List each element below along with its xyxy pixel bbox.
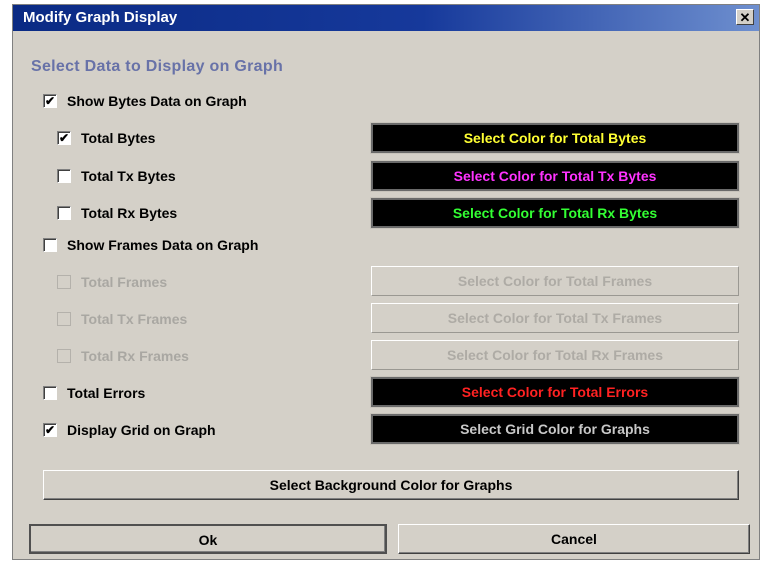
total-tx-bytes-color-button[interactable]: Select Color for Total Tx Bytes <box>370 160 740 192</box>
show-bytes-label: Show Bytes Data on Graph <box>67 93 247 109</box>
total-tx-bytes-checkbox[interactable] <box>57 169 71 183</box>
total-rx-bytes-color-button[interactable]: Select Color for Total Rx Bytes <box>370 197 740 229</box>
cancel-button[interactable]: Cancel <box>398 524 750 554</box>
total-rx-bytes-row[interactable]: Total Rx Bytes <box>57 205 177 221</box>
total-frames-checkbox <box>57 275 71 289</box>
total-rx-frames-checkbox <box>57 349 71 363</box>
show-frames-checkbox[interactable] <box>43 238 57 252</box>
total-rx-frames-label: Total Rx Frames <box>81 348 189 364</box>
total-rx-bytes-checkbox[interactable] <box>57 206 71 220</box>
dialog-title: Modify Graph Display <box>23 9 178 26</box>
total-errors-checkbox[interactable] <box>43 386 57 400</box>
background-color-button[interactable]: Select Background Color for Graphs <box>43 470 739 500</box>
display-grid-checkbox[interactable]: ✔ <box>43 423 57 437</box>
total-tx-frames-row: Total Tx Frames <box>57 311 187 327</box>
total-rx-bytes-label: Total Rx Bytes <box>81 205 178 221</box>
total-rx-frames-color-button: Select Color for Total Rx Frames <box>371 340 739 370</box>
section-title: Select Data to Display on Graph <box>31 58 284 75</box>
title-bar[interactable]: Modify Graph Display ✕ <box>13 5 759 31</box>
total-tx-frames-color-button: Select Color for Total Tx Frames <box>371 303 739 333</box>
total-frames-label: Total Frames <box>81 274 168 290</box>
total-tx-bytes-label: Total Tx Bytes <box>81 168 176 184</box>
total-frames-row: Total Frames <box>57 274 167 290</box>
show-bytes-checkbox[interactable]: ✔ <box>43 94 57 108</box>
total-bytes-checkbox[interactable]: ✔ <box>57 131 71 145</box>
total-tx-frames-checkbox <box>57 312 71 326</box>
display-grid-row[interactable]: ✔ Display Grid on Graph <box>43 422 216 438</box>
grid-color-button[interactable]: Select Grid Color for Graphs <box>370 413 740 445</box>
close-button[interactable]: ✕ <box>736 9 754 25</box>
total-rx-frames-row: Total Rx Frames <box>57 348 189 364</box>
show-bytes-checkbox-row[interactable]: ✔ Show Bytes Data on Graph <box>43 93 247 109</box>
total-bytes-row[interactable]: ✔ Total Bytes <box>57 130 155 146</box>
modify-graph-dialog: Modify Graph Display ✕ Select Data to Di… <box>12 4 760 560</box>
show-frames-label: Show Frames Data on Graph <box>67 237 259 253</box>
total-frames-color-button: Select Color for Total Frames <box>371 266 739 296</box>
total-tx-bytes-row[interactable]: Total Tx Bytes <box>57 168 176 184</box>
total-bytes-color-button[interactable]: Select Color for Total Bytes <box>370 122 740 154</box>
total-errors-color-button[interactable]: Select Color for Total Errors <box>370 376 740 408</box>
display-grid-label: Display Grid on Graph <box>67 422 216 438</box>
total-errors-row[interactable]: Total Errors <box>43 385 145 401</box>
close-icon: ✕ <box>739 10 751 25</box>
total-errors-label: Total Errors <box>67 385 146 401</box>
show-frames-checkbox-row[interactable]: Show Frames Data on Graph <box>43 237 258 253</box>
total-bytes-label: Total Bytes <box>81 130 156 146</box>
ok-button[interactable]: Ok <box>29 524 387 554</box>
total-tx-frames-label: Total Tx Frames <box>81 311 188 327</box>
